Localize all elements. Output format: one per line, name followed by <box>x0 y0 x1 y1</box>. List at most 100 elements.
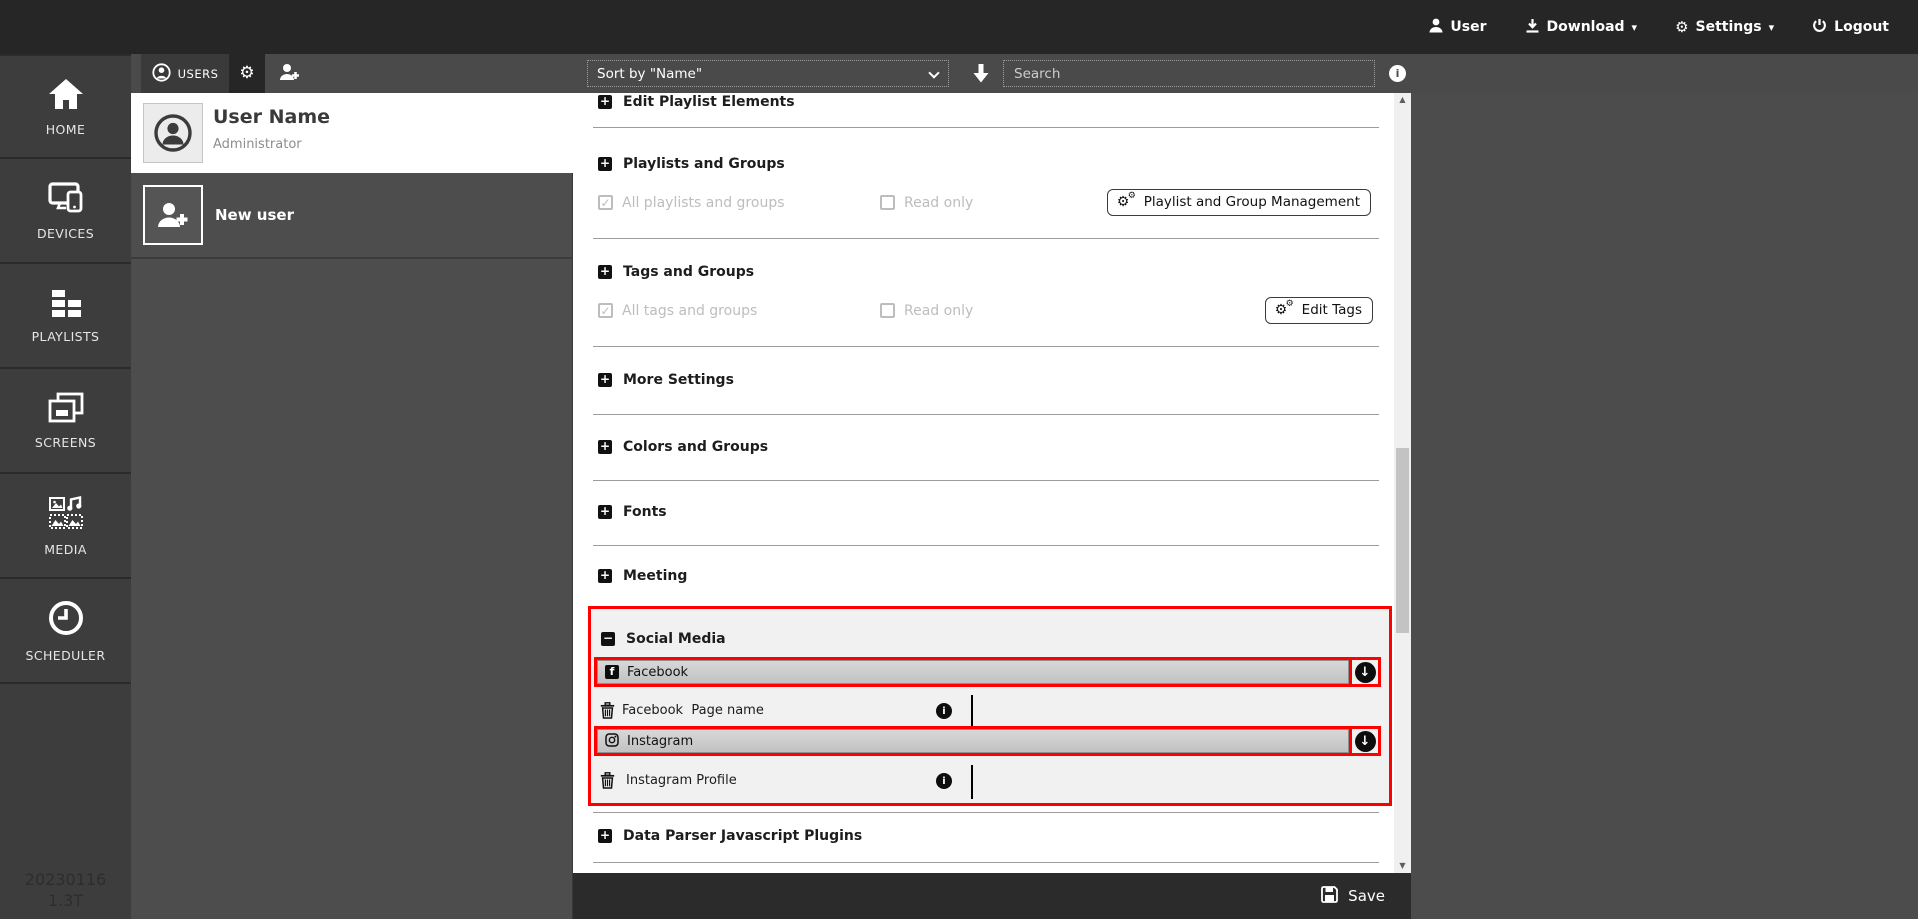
expand-icon[interactable]: + <box>598 439 612 454</box>
sort-direction-button[interactable] <box>969 61 993 86</box>
selected-user-card[interactable]: User Name Administrator <box>131 93 573 173</box>
user-circle-icon <box>152 62 171 85</box>
add-instagram-button[interactable]: ↓ <box>1354 730 1376 752</box>
scroll-up-arrow[interactable]: ▲ <box>1394 93 1411 107</box>
facebook-add-annotation-box: ↓ <box>1349 657 1381 687</box>
version-date: 20230116 <box>24 870 107 889</box>
section-social-media[interactable]: − Social Media <box>601 631 726 647</box>
chevron-down-icon: ▾ <box>1768 20 1775 34</box>
user-menu[interactable]: User <box>1410 0 1505 54</box>
permissions-panel: + Edit Playlist Elements + Playlists and… <box>573 93 1394 873</box>
tab-add-user[interactable] <box>271 54 309 93</box>
chevron-down-icon: ▾ <box>1631 20 1638 34</box>
save-icon <box>1320 885 1339 908</box>
edit-tags-button[interactable]: ⚙ ⚙ Edit Tags <box>1264 297 1373 324</box>
section-tags-and-groups[interactable]: + Tags and Groups <box>598 263 754 280</box>
user-avatar-icon <box>154 114 192 152</box>
section-playlists-and-groups[interactable]: + Playlists and Groups <box>598 155 785 172</box>
download-menu[interactable]: Download ▾ <box>1506 0 1657 54</box>
download-icon <box>1525 18 1540 37</box>
add-user-icon <box>279 63 301 85</box>
collapse-icon[interactable]: − <box>601 632 615 646</box>
save-button[interactable]: Save <box>1320 885 1385 908</box>
expand-icon[interactable]: + <box>598 568 612 583</box>
content-scrollbar[interactable]: ▲ ▼ <box>1394 93 1411 873</box>
power-icon <box>1812 18 1827 37</box>
scrollbar-thumb[interactable] <box>1396 448 1409 633</box>
cogs-icon: ⚙ ⚙ <box>1274 299 1294 318</box>
playlists-options-row: ✓ All playlists and groups Read only ⚙ ⚙ … <box>573 189 1394 221</box>
settings-menu-label: Settings <box>1695 19 1762 35</box>
facebook-element-bar[interactable]: f Facebook <box>597 660 1349 684</box>
user-list-panel: User Name Administrator New user <box>131 93 573 919</box>
divider <box>593 480 1379 481</box>
expand-icon[interactable]: + <box>598 828 612 843</box>
divider <box>593 414 1379 415</box>
expand-icon[interactable]: + <box>598 372 612 387</box>
tab-users-label: USERS <box>177 66 219 81</box>
divider <box>593 812 1379 813</box>
playlists-icon <box>47 288 85 322</box>
trash-icon <box>600 702 615 719</box>
expand-icon[interactable]: + <box>598 504 612 519</box>
instagram-element-bar[interactable]: Instagram <box>597 729 1349 753</box>
section-meeting[interactable]: + Meeting <box>598 567 687 584</box>
divider <box>593 862 1379 863</box>
expand-icon[interactable]: + <box>598 264 612 279</box>
sort-select[interactable]: Sort by "Name" <box>588 61 948 86</box>
expand-icon[interactable]: + <box>598 94 612 109</box>
sidebar-item-home[interactable]: HOME <box>0 54 131 159</box>
section-data-parser[interactable]: + Data Parser Javascript Plugins <box>598 827 862 844</box>
new-user-button[interactable]: New user <box>131 175 573 259</box>
facebook-page-name-input[interactable] <box>971 695 1171 729</box>
sidebar-item-label: PLAYLISTS <box>31 328 100 344</box>
delete-facebook-button[interactable] <box>600 702 616 720</box>
section-toolbar: USERS ⚙ Sort by "Name" i <box>131 54 1918 93</box>
scroll-down-arrow[interactable]: ▼ <box>1394 859 1411 873</box>
delete-instagram-button[interactable] <box>600 772 616 790</box>
instagram-field-row: Instagram Profile i <box>591 764 1381 800</box>
info-icon[interactable]: i <box>936 703 952 719</box>
user-role: Administrator <box>213 137 302 152</box>
add-facebook-button[interactable]: ↓ <box>1354 661 1376 683</box>
section-more-settings[interactable]: + More Settings <box>598 371 734 388</box>
sidebar-item-media[interactable]: MEDIA <box>0 474 131 579</box>
tab-users[interactable]: USERS <box>141 54 229 93</box>
save-label: Save <box>1348 887 1385 905</box>
sidebar-item-screens[interactable]: SCREENS <box>0 369 131 474</box>
instagram-profile-input[interactable] <box>971 765 1171 799</box>
avatar <box>143 103 203 163</box>
trash-icon <box>600 772 615 789</box>
section-edit-playlist-elements[interactable]: + Edit Playlist Elements <box>598 93 795 110</box>
gear-icon: ⚙ <box>1675 17 1689 36</box>
devices-icon <box>46 181 86 219</box>
info-icon[interactable]: i <box>1389 65 1406 82</box>
sidebar-item-label: HOME <box>45 121 86 137</box>
sidebar-item-label: MEDIA <box>44 541 87 557</box>
divider <box>593 238 1379 239</box>
checkbox-all-tags: ✓ <box>598 303 613 318</box>
save-bar: Save <box>573 873 1411 919</box>
download-menu-label: Download <box>1546 19 1625 35</box>
playlist-management-button[interactable]: ⚙ ⚙ Playlist and Group Management <box>1106 189 1371 216</box>
add-user-icon <box>158 203 188 227</box>
sidebar-item-scheduler[interactable]: SCHEDULER <box>0 579 131 684</box>
sidebar-item-devices[interactable]: DEVICES <box>0 159 131 264</box>
section-colors-and-groups[interactable]: + Colors and Groups <box>598 438 768 455</box>
expand-icon[interactable]: + <box>598 156 612 171</box>
section-fonts[interactable]: + Fonts <box>598 503 667 520</box>
user-menu-label: User <box>1450 19 1487 35</box>
screens-icon <box>47 392 85 428</box>
divider <box>593 127 1379 128</box>
tab-user-settings[interactable]: ⚙ <box>229 54 265 93</box>
search-input[interactable] <box>1003 60 1375 87</box>
new-user-label: New user <box>215 206 294 224</box>
person-icon <box>1429 18 1443 37</box>
settings-menu[interactable]: ⚙ Settings ▾ <box>1656 0 1793 54</box>
logout-button[interactable]: Logout <box>1793 0 1908 54</box>
info-icon[interactable]: i <box>936 773 952 789</box>
sidebar-item-playlists[interactable]: PLAYLISTS <box>0 264 131 369</box>
cogs-icon: ⚙ ⚙ <box>1116 191 1136 210</box>
tags-options-row: ✓ All tags and groups Read only ⚙ ⚙ Edit … <box>573 297 1394 329</box>
home-icon <box>46 77 86 115</box>
